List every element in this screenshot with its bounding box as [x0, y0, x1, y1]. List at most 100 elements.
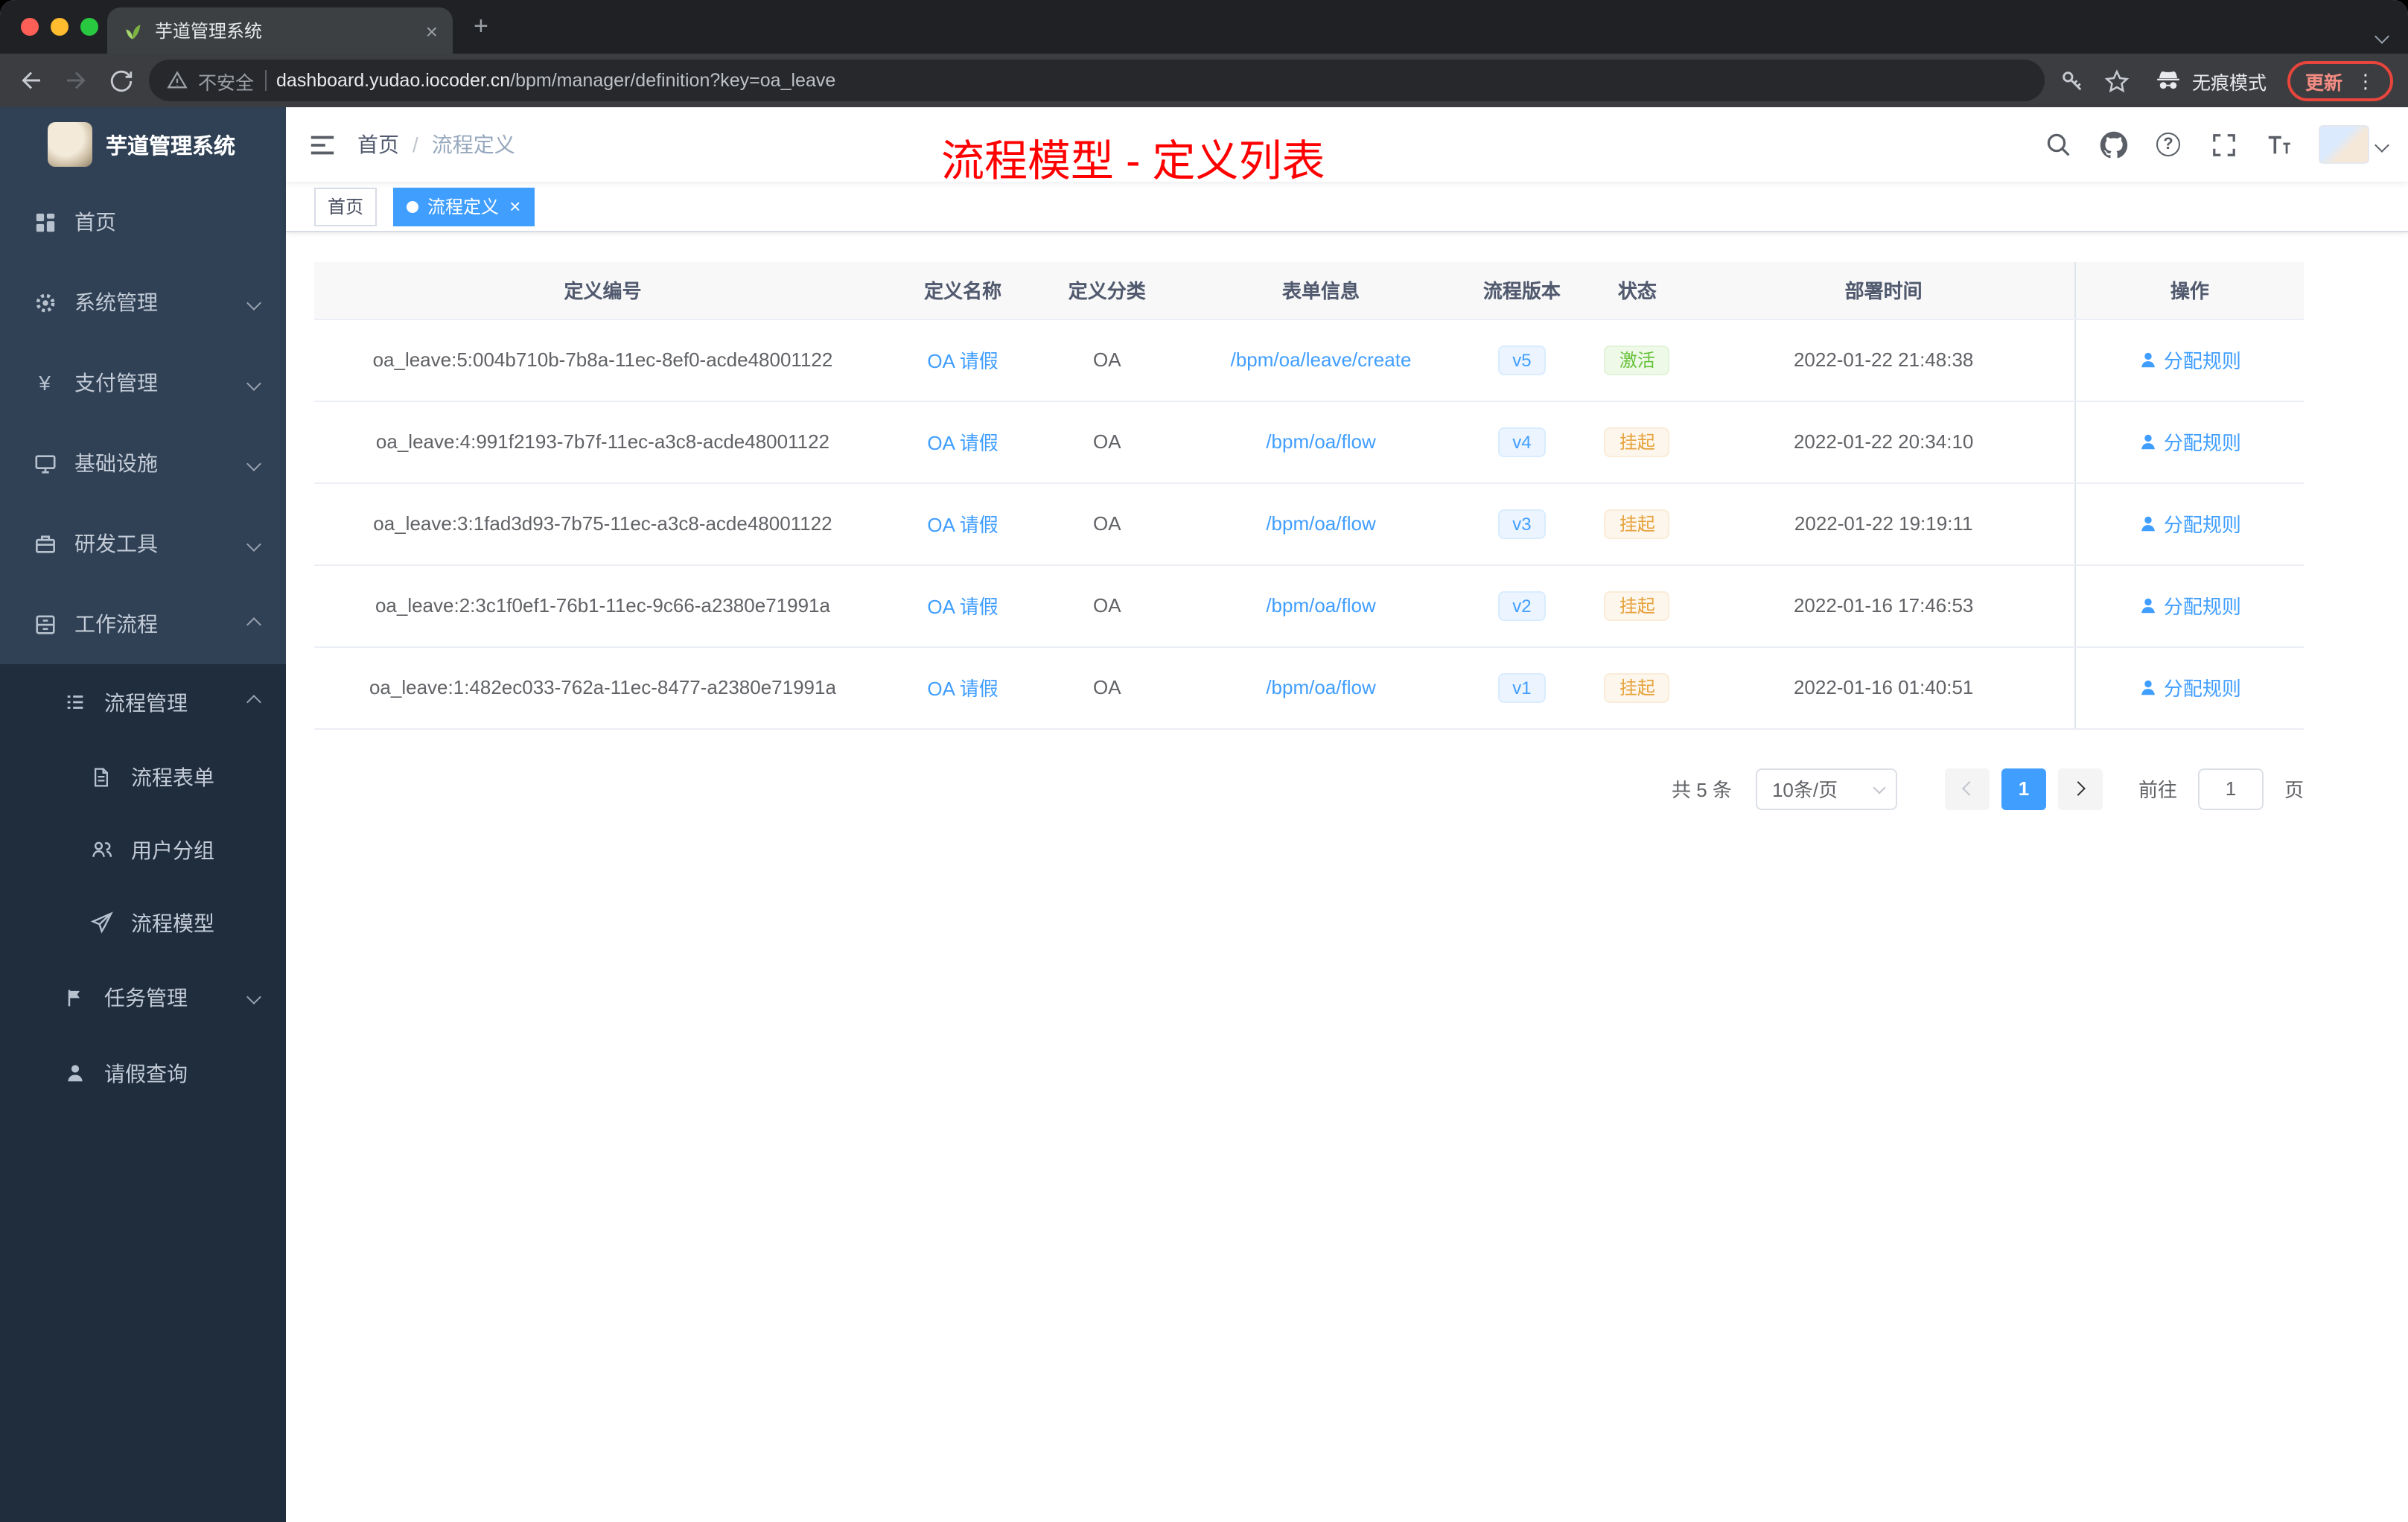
avatar-image: [2319, 125, 2369, 164]
sidebar-item-payment-management[interactable]: ¥ 支付管理: [0, 343, 286, 423]
password-key-icon[interactable]: [2057, 64, 2089, 97]
tab-list-caret-icon[interactable]: [2374, 22, 2389, 49]
logo-avatar: [48, 122, 92, 167]
column-header-deploy-time: 部署时间: [1692, 262, 2075, 319]
browser-toolbar: 不安全 dashboard.yudao.iocoder.cn/bpm/manag…: [0, 54, 2408, 107]
column-header-category: 定义分类: [1034, 262, 1180, 319]
assign-rule-link[interactable]: 分配规则: [2138, 346, 2241, 374]
version-tag: v1: [1497, 673, 1547, 703]
minimize-window-button[interactable]: [51, 18, 69, 36]
sidebar-item-user-group[interactable]: 用户分组: [0, 813, 286, 886]
status-badge: 挂起: [1604, 427, 1670, 457]
user-icon: [2141, 516, 2155, 532]
font-size-icon[interactable]: [2264, 130, 2293, 159]
user-icon: [2141, 598, 2155, 614]
browser-tab[interactable]: 芋道管理系统 ×: [107, 7, 453, 54]
cell-category: OA: [1034, 564, 1180, 647]
sidebar-item-label: 任务管理: [104, 985, 188, 1009]
zoom-window-button[interactable]: [80, 18, 98, 36]
form-link[interactable]: /bpm/oa/flow: [1266, 430, 1375, 453]
page-unit-label: 页: [2284, 779, 2304, 801]
sidebar-item-process-management[interactable]: 流程管理: [0, 664, 286, 740]
goto-page-input[interactable]: [2197, 768, 2264, 809]
page-size-select[interactable]: 10条/页: [1755, 768, 1897, 809]
sidebar-item-dev-tools[interactable]: 研发工具: [0, 503, 286, 584]
new-tab-button[interactable]: +: [474, 13, 488, 39]
form-link[interactable]: /bpm/oa/flow: [1266, 676, 1375, 698]
definition-name-link[interactable]: OA 请假: [927, 678, 998, 700]
sidebar-item-system-management[interactable]: 系统管理: [0, 262, 286, 343]
form-link[interactable]: /bpm/oa/flow: [1266, 512, 1375, 535]
browser-menu-icon[interactable]: ⋮: [2356, 71, 2375, 90]
close-window-button[interactable]: [21, 18, 39, 36]
browser-window: 芋道管理系统 × + 不安全 dashboard.yudao.iocoder.c…: [0, 0, 2408, 1522]
tag-process-definition[interactable]: 流程定义 ×: [393, 187, 535, 226]
cell-definition-id: oa_leave:4:991f2193-7b7f-11ec-a3c8-acde4…: [314, 401, 891, 483]
cell-version: v4: [1462, 401, 1582, 483]
assign-rule-link[interactable]: 分配规则: [2138, 673, 2241, 701]
help-icon[interactable]: ?: [2153, 130, 2183, 159]
sidebar-item-process-form[interactable]: 流程表单: [0, 740, 286, 813]
sidebar-item-label: 系统管理: [74, 290, 158, 314]
cell-deploy-time: 2022-01-16 01:40:51: [1692, 646, 2075, 729]
reload-button[interactable]: [104, 64, 137, 97]
prev-page-button[interactable]: [1944, 768, 1990, 809]
cell-definition-id: oa_leave:3:1fad3d93-7b75-11ec-a3c8-acde4…: [314, 483, 891, 565]
sidebar-item-workflow[interactable]: 工作流程: [0, 584, 286, 664]
bookmark-star-icon[interactable]: [2101, 64, 2134, 97]
tag-close-icon[interactable]: ×: [509, 197, 520, 216]
sidebar-item-infrastructure[interactable]: 基础设施: [0, 423, 286, 503]
fullscreen-icon[interactable]: [2208, 130, 2238, 159]
definition-name-link[interactable]: OA 请假: [927, 596, 998, 618]
sidebar-item-label: 支付管理: [74, 371, 158, 395]
cell-form-info: /bpm/oa/flow: [1179, 401, 1462, 483]
column-header-id: 定义编号: [314, 262, 891, 319]
page-1-button[interactable]: 1: [2001, 768, 2046, 809]
tag-home[interactable]: 首页: [314, 187, 378, 226]
user-avatar[interactable]: [2319, 125, 2389, 164]
assign-rule-link[interactable]: 分配规则: [2138, 509, 2241, 538]
definition-name-link[interactable]: OA 请假: [927, 432, 998, 454]
cell-actions: 分配规则: [2074, 319, 2304, 401]
page-content: 定义编号 定义名称 定义分类 表单信息 流程版本 状态 部署时间 操作 oa_l: [286, 232, 2408, 1522]
sidebar: 芋道管理系统 首页 系统管理 ¥ 支付管理 基础设施 研发工具 工作流程 流程管…: [0, 107, 286, 1522]
assign-rule-link[interactable]: 分配规则: [2138, 591, 2241, 620]
sidebar-item-task-management[interactable]: 任务管理: [0, 959, 286, 1035]
tab-title: 芋道管理系统: [155, 21, 263, 42]
sidebar-item-home[interactable]: 首页: [0, 182, 286, 262]
assign-rule-link[interactable]: 分配规则: [2138, 427, 2241, 456]
main-area: 首页 / 流程定义 ? 流程模型 - 定义列表 首页 流程定义 × 定义编号 定…: [286, 107, 2408, 1522]
sidebar-item-label: 工作流程: [74, 612, 158, 636]
form-link[interactable]: /bpm/oa/flow: [1266, 594, 1375, 617]
github-icon[interactable]: [2098, 130, 2128, 159]
sidebar-item-process-model[interactable]: 流程模型: [0, 886, 286, 959]
forward-button[interactable]: [60, 64, 92, 97]
definition-name-link[interactable]: OA 请假: [927, 514, 998, 536]
back-button[interactable]: [15, 64, 48, 97]
address-bar[interactable]: 不安全 dashboard.yudao.iocoder.cn/bpm/manag…: [149, 60, 2045, 101]
url-text: dashboard.yudao.iocoder.cn/bpm/manager/d…: [276, 70, 836, 91]
cell-definition-id: oa_leave:2:3c1f0ef1-76b1-11ec-9c66-a2380…: [314, 564, 891, 647]
status-badge: 挂起: [1604, 673, 1670, 703]
breadcrumb-home-link[interactable]: 首页: [357, 130, 399, 159]
breadcrumb-separator: /: [413, 133, 418, 156]
sidebar-logo[interactable]: 芋道管理系统: [0, 107, 286, 182]
tab-close-icon[interactable]: ×: [426, 20, 438, 41]
app-root: 芋道管理系统 首页 系统管理 ¥ 支付管理 基础设施 研发工具 工作流程 流程管…: [0, 107, 2408, 1522]
flag-icon: [63, 985, 86, 1009]
browser-update-button[interactable]: 更新 ⋮: [2287, 60, 2393, 101]
sidebar-toggle-icon[interactable]: [286, 107, 357, 182]
list-icon: [63, 690, 86, 714]
chevron-down-icon: [1873, 780, 1886, 794]
cell-actions: 分配规则: [2074, 401, 2304, 483]
workflow-icon: [33, 612, 57, 636]
search-icon[interactable]: [2043, 130, 2073, 159]
document-icon: [89, 765, 113, 789]
definitions-table: 定义编号 定义名称 定义分类 表单信息 流程版本 状态 部署时间 操作 oa_l: [314, 262, 2304, 729]
navbar-actions: ?: [2043, 125, 2408, 164]
definition-name-link[interactable]: OA 请假: [927, 350, 998, 372]
next-page-button[interactable]: [2057, 768, 2103, 809]
chevron-up-icon: [246, 695, 261, 710]
form-link[interactable]: /bpm/oa/leave/create: [1231, 348, 1412, 371]
sidebar-item-leave-query[interactable]: 请假查询: [0, 1035, 286, 1111]
